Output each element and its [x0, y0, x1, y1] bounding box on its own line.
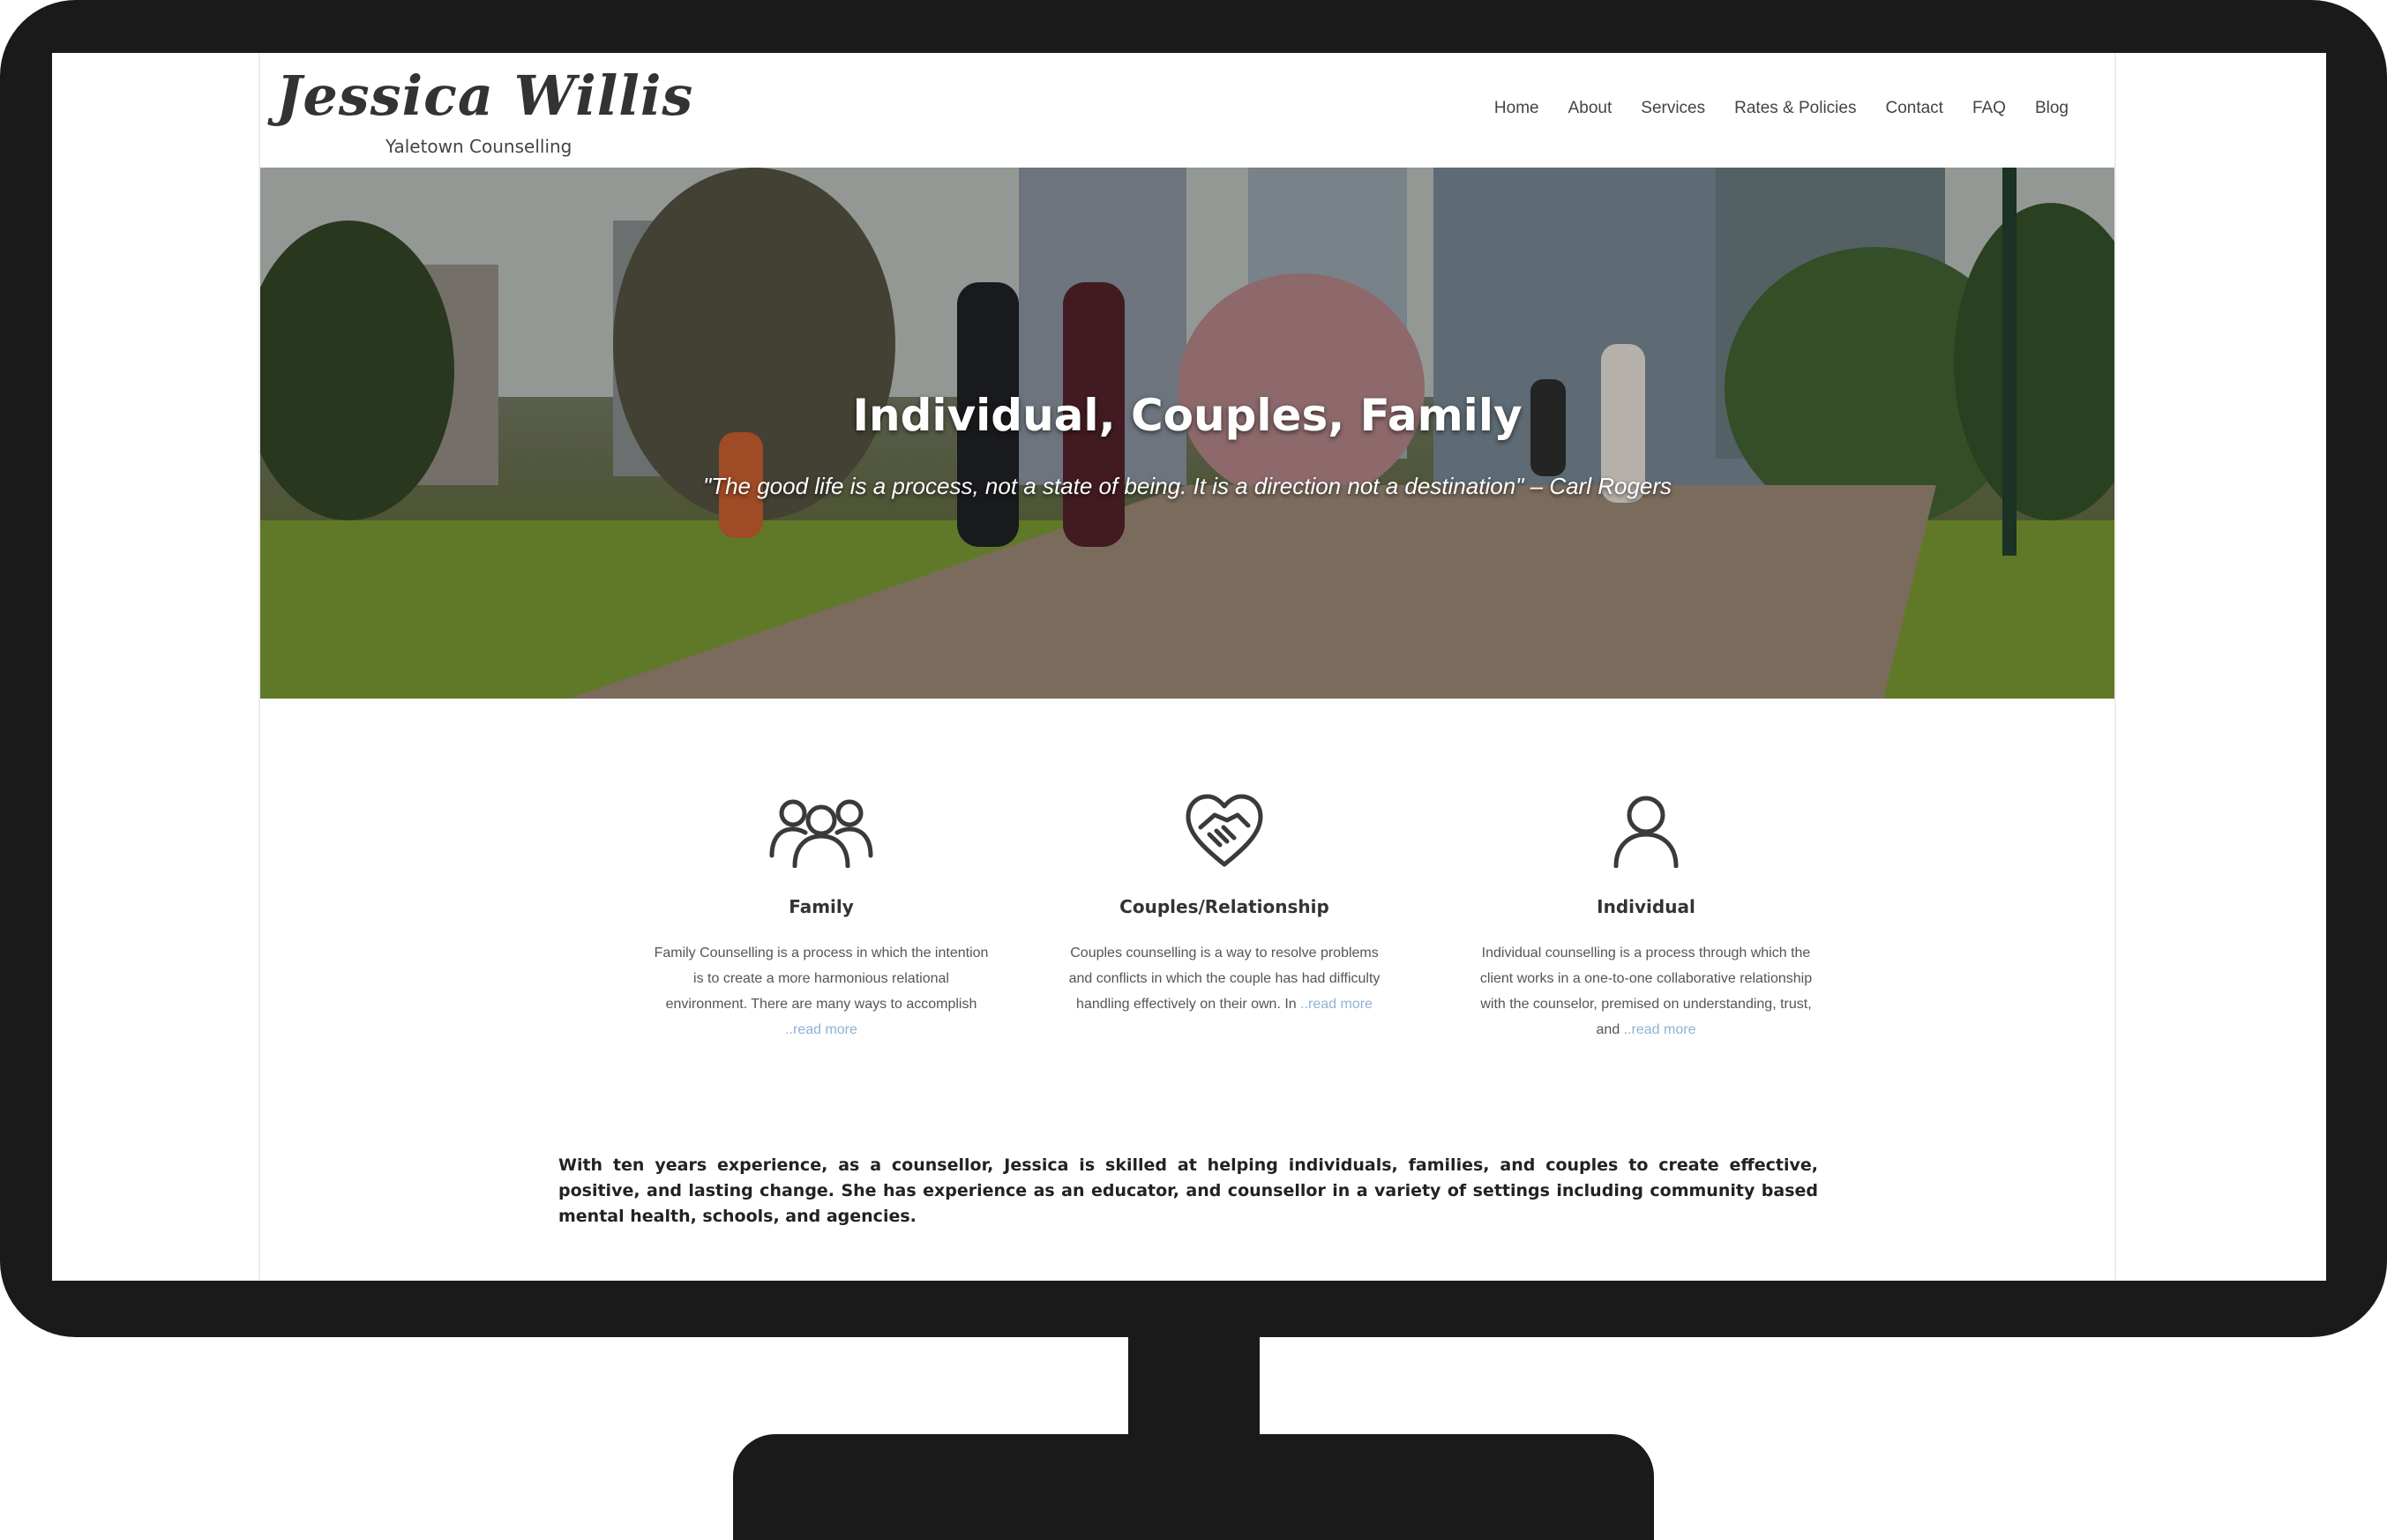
logo-tagline: Yaletown Counselling [385, 136, 572, 157]
service-individual: Individual Individual counselling is a p… [1478, 794, 1814, 1043]
service-description: Couples counselling is a way to resolve … [1068, 946, 1381, 1012]
monitor-stand-base [733, 1434, 1654, 1540]
person-icon [1613, 796, 1679, 868]
nav-home[interactable]: Home [1494, 99, 1539, 118]
nav-contact[interactable]: Contact [1885, 99, 1942, 118]
nav-services[interactable]: Services [1641, 99, 1705, 118]
family-icon [769, 799, 873, 868]
nav-blog[interactable]: Blog [2035, 99, 2069, 118]
hero-title: Individual, Couples, Family [852, 390, 1523, 441]
service-family: Family Family Counselling is a process i… [654, 794, 989, 1043]
site-logo[interactable]: Jessica Willis Yaletown Counselling [276, 64, 692, 169]
read-more-link[interactable]: ..read more [1300, 997, 1373, 1012]
nav-rates-policies[interactable]: Rates & Policies [1734, 99, 1856, 118]
nav-faq[interactable]: FAQ [1972, 99, 2006, 118]
monitor-screen: Jessica Willis Yaletown Counselling Home… [52, 53, 2326, 1281]
read-more-link[interactable]: ..read more [1624, 1022, 1696, 1037]
monitor-stand-neck [1128, 1335, 1260, 1441]
handshake-heart-icon [1186, 794, 1263, 867]
main-nav: Home About Services Rates & Policies Con… [1494, 99, 2069, 118]
service-couples: Couples/Relationship Couples counselling… [1057, 794, 1392, 1017]
service-description: Family Counselling is a process in which… [654, 946, 989, 1037]
website-page: Jessica Willis Yaletown Counselling Home… [260, 53, 2114, 1281]
hero-banner: Individual, Couples, Family "The good li… [260, 168, 2114, 699]
logo-name: Jessica Willis [276, 64, 694, 128]
read-more-link[interactable]: ..read more [785, 1022, 857, 1037]
service-title: Couples/Relationship [1119, 896, 1329, 917]
nav-about[interactable]: About [1568, 99, 1613, 118]
service-description: Individual counselling is a process thro… [1479, 946, 1813, 1037]
hero-quote: "The good life is a process, not a state… [702, 473, 1672, 499]
about-paragraph: With ten years experience, as a counsell… [558, 1155, 1818, 1226]
service-title: Family [789, 896, 854, 917]
service-title: Individual [1597, 896, 1695, 917]
